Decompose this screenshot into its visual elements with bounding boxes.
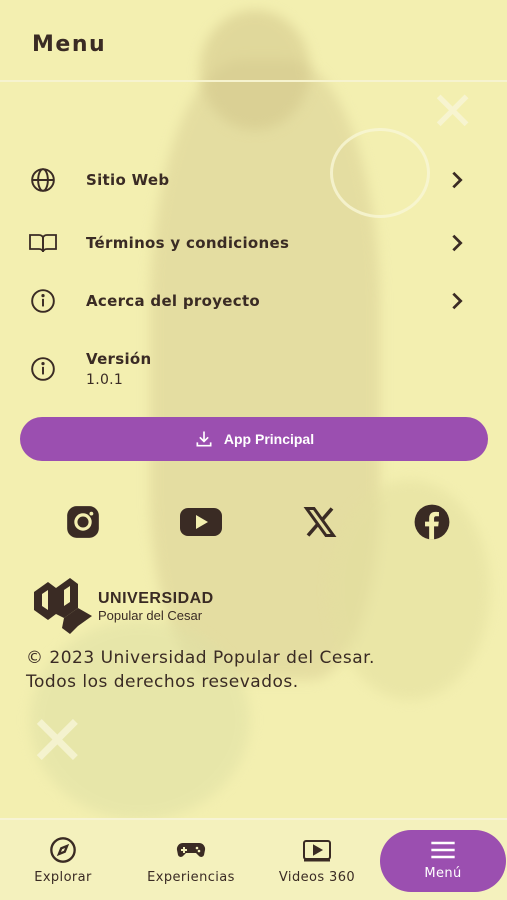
menu-item-terminos[interactable]: Términos y condiciones	[28, 221, 468, 265]
facebook-icon[interactable]	[410, 500, 454, 544]
page-title: Menu	[32, 32, 107, 57]
instagram-icon[interactable]	[61, 500, 105, 544]
chevron-right-icon	[452, 171, 463, 189]
copyright-text: © 2023 Universidad Popular del Cesar. To…	[26, 646, 486, 694]
tab-label: Videos 360	[278, 870, 356, 885]
menu-item-label: Términos y condiciones	[86, 234, 290, 252]
info-icon	[28, 286, 58, 316]
tab-experiencias[interactable]: Experiencias	[136, 820, 246, 900]
download-icon	[196, 431, 212, 447]
menu-item-version: Versión 1.0.1	[28, 345, 468, 393]
book-icon	[28, 228, 58, 258]
copyright-line1: © 2023 Universidad Popular del Cesar.	[26, 648, 375, 668]
tab-label: Explorar	[34, 870, 92, 885]
bottom-tab-bar: Explorar Experiencias Videos 360 Menú	[0, 818, 507, 900]
tab-videos-360[interactable]: Videos 360	[268, 820, 366, 900]
app-principal-label: App Principal	[223, 431, 315, 447]
globe-icon	[28, 165, 58, 195]
youtube-icon[interactable]	[179, 500, 223, 544]
menu-item-sitio-web[interactable]: Sitio Web	[28, 158, 468, 202]
logo-line2: Popular del Cesar	[98, 607, 203, 623]
upc-logo-mark	[34, 578, 92, 634]
compass-icon	[50, 837, 76, 863]
chevron-right-icon	[452, 292, 463, 310]
menu-item-acerca[interactable]: Acerca del proyecto	[28, 279, 468, 323]
info-icon	[28, 354, 58, 384]
menu-item-label: Acerca del proyecto	[86, 292, 261, 310]
tab-menu[interactable]: Menú	[380, 830, 506, 892]
version-label: Versión	[86, 350, 152, 368]
x-icon[interactable]	[298, 500, 342, 544]
hamburger-icon	[431, 841, 455, 859]
universidad-logo: UNIVERSIDAD Popular del Cesar	[34, 578, 214, 634]
tab-label: Menú	[424, 866, 462, 881]
tab-label: Experiencias	[147, 870, 235, 885]
chevron-right-icon	[452, 234, 463, 252]
play-icon	[303, 840, 331, 862]
header: Menu	[0, 0, 507, 82]
copyright-line2: Todos los derechos resevados.	[26, 672, 299, 692]
tab-explorar[interactable]: Explorar	[18, 820, 108, 900]
gamepad-icon	[176, 842, 206, 857]
version-value: 1.0.1	[86, 372, 124, 388]
app-principal-button[interactable]: App Principal	[20, 417, 488, 461]
menu-item-label: Sitio Web	[86, 171, 170, 189]
logo-line1: UNIVERSIDAD	[98, 589, 214, 607]
